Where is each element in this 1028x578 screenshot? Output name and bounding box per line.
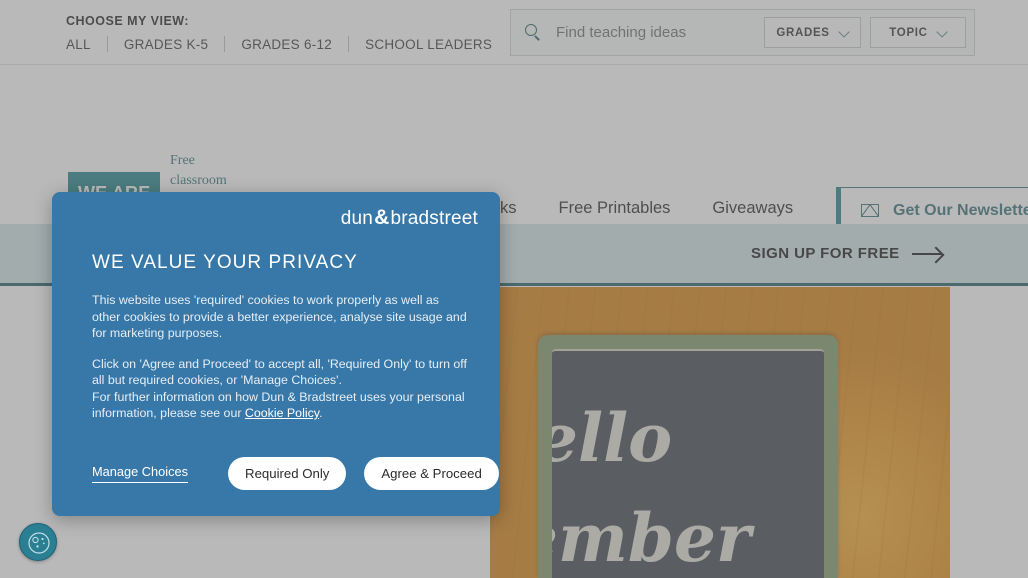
page-root: CHOOSE MY VIEW: ALL GRADES K-5 GRADES 6-… — [0, 0, 1028, 578]
consent-paragraph-2: Click on 'Agree and Proceed' to accept a… — [92, 356, 470, 422]
cookie-policy-link[interactable]: Cookie Policy — [245, 406, 319, 420]
cookie-settings-button[interactable] — [19, 523, 57, 561]
dun-bradstreet-logo: dun & bradstreet — [341, 206, 478, 230]
modal-title: WE VALUE YOUR PRIVACY — [92, 252, 358, 273]
ampersand-icon: & — [374, 206, 390, 229]
consent-instructions: Click on 'Agree and Proceed' to accept a… — [92, 356, 467, 388]
manage-choices-button[interactable]: Manage Choices — [92, 464, 189, 483]
consent-period: . — [319, 406, 323, 420]
consent-paragraph-1: This website uses 'required' cookies to … — [92, 293, 467, 340]
cookie-consent-modal: dun & bradstreet WE VALUE YOUR PRIVACY T… — [52, 192, 500, 516]
agree-and-proceed-button[interactable]: Agree & Proceed — [364, 457, 499, 490]
required-only-button[interactable]: Required Only — [228, 457, 347, 490]
cookie-icon — [28, 532, 50, 554]
brand-name-pre: dun — [340, 208, 374, 229]
modal-body: This website uses 'required' cookies to … — [92, 292, 470, 422]
brand-name-post: bradstreet — [390, 208, 478, 229]
modal-actions: Manage Choices Required Only Agree & Pro… — [92, 457, 499, 490]
